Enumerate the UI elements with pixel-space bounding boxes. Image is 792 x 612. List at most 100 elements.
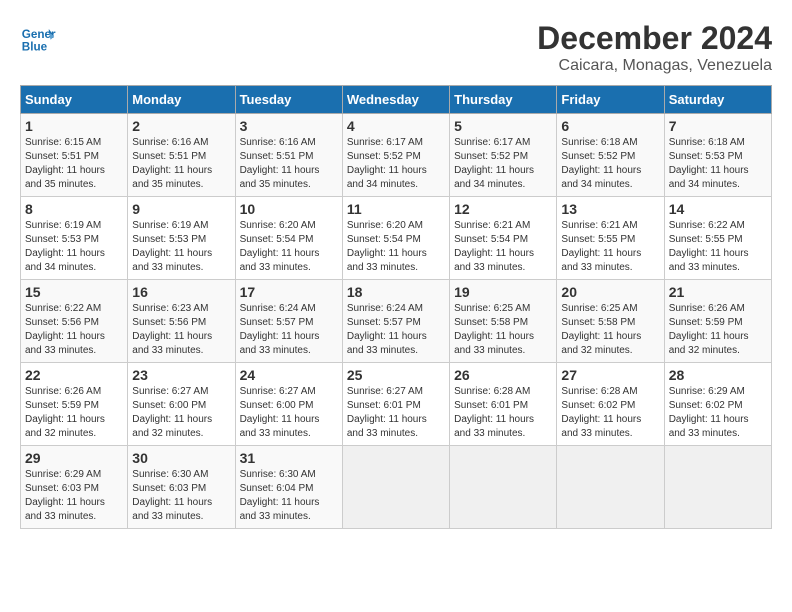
calendar-cell: 4 Sunrise: 6:17 AM Sunset: 5:52 PM Daylig… xyxy=(342,114,449,197)
calendar-cell: 23Sunrise: 6:27 AM Sunset: 6:00 PM Dayli… xyxy=(128,363,235,446)
day-info: Sunrise: 6:17 AM Sunset: 5:52 PM Dayligh… xyxy=(454,136,552,192)
header: General Blue December 2024 Caicara, Mona… xyxy=(20,20,772,75)
day-number: 3 xyxy=(240,118,338,134)
day-number: 12 xyxy=(454,201,552,217)
day-number: 15 xyxy=(25,284,123,300)
day-info: Sunrise: 6:27 AM Sunset: 6:00 PM Dayligh… xyxy=(240,385,338,441)
day-number: 4 xyxy=(347,118,445,134)
calendar-cell: 2Sunrise: 6:16 AM Sunset: 5:51 PM Daylig… xyxy=(128,114,235,197)
calendar-cell xyxy=(342,446,449,529)
calendar-cell: 12 Sunrise: 6:21 AM Sunset: 5:54 PM Dayli… xyxy=(450,197,557,280)
day-info: Sunrise: 6:29 AM Sunset: 6:03 PM Dayligh… xyxy=(25,468,123,524)
weekday-header-saturday: Saturday xyxy=(664,86,771,114)
weekday-header-wednesday: Wednesday xyxy=(342,86,449,114)
calendar-cell: 26 Sunrise: 6:28 AM Sunset: 6:01 PM Dayli… xyxy=(450,363,557,446)
calendar-cell xyxy=(664,446,771,529)
week-row-2: 8 Sunrise: 6:19 AM Sunset: 5:53 PM Daylig… xyxy=(21,197,772,280)
day-info: Sunrise: 6:16 AM Sunset: 5:51 PM Dayligh… xyxy=(240,136,338,192)
day-number: 7 xyxy=(669,118,767,134)
week-row-5: 29 Sunrise: 6:29 AM Sunset: 6:03 PM Dayli… xyxy=(21,446,772,529)
day-info: Sunrise: 6:19 AM Sunset: 5:53 PM Dayligh… xyxy=(132,219,230,275)
calendar-cell: 7 Sunrise: 6:18 AM Sunset: 5:53 PM Daylig… xyxy=(664,114,771,197)
day-number: 1 xyxy=(25,118,123,134)
week-row-1: 1 Sunrise: 6:15 AM Sunset: 5:51 PM Daylig… xyxy=(21,114,772,197)
day-info: Sunrise: 6:21 AM Sunset: 5:54 PM Dayligh… xyxy=(454,219,552,275)
calendar-cell: 25 Sunrise: 6:27 AM Sunset: 6:01 PM Dayli… xyxy=(342,363,449,446)
calendar-cell: 1 Sunrise: 6:15 AM Sunset: 5:51 PM Daylig… xyxy=(21,114,128,197)
weekday-header-friday: Friday xyxy=(557,86,664,114)
day-number: 26 xyxy=(454,367,552,383)
day-info: Sunrise: 6:22 AM Sunset: 5:55 PM Dayligh… xyxy=(669,219,767,275)
day-info: Sunrise: 6:26 AM Sunset: 5:59 PM Dayligh… xyxy=(25,385,123,441)
calendar-cell: 30 Sunrise: 6:30 AM Sunset: 6:03 PM Dayli… xyxy=(128,446,235,529)
logo-icon: General Blue xyxy=(20,20,56,56)
day-info: Sunrise: 6:18 AM Sunset: 5:53 PM Dayligh… xyxy=(669,136,767,192)
day-info: Sunrise: 6:15 AM Sunset: 5:51 PM Dayligh… xyxy=(25,136,123,192)
calendar-cell: 24Sunrise: 6:27 AM Sunset: 6:00 PM Dayli… xyxy=(235,363,342,446)
day-number: 14 xyxy=(669,201,767,217)
calendar-cell: 15 Sunrise: 6:22 AM Sunset: 5:56 PM Dayli… xyxy=(21,280,128,363)
weekday-header-row: SundayMondayTuesdayWednesdayThursdayFrid… xyxy=(21,86,772,114)
calendar-cell xyxy=(557,446,664,529)
month-title: December 2024 xyxy=(537,20,772,57)
weekday-header-thursday: Thursday xyxy=(450,86,557,114)
day-number: 22 xyxy=(25,367,123,383)
day-number: 8 xyxy=(25,201,123,217)
day-info: Sunrise: 6:19 AM Sunset: 5:53 PM Dayligh… xyxy=(25,219,123,275)
calendar: SundayMondayTuesdayWednesdayThursdayFrid… xyxy=(20,85,772,529)
day-info: Sunrise: 6:22 AM Sunset: 5:56 PM Dayligh… xyxy=(25,302,123,358)
calendar-cell: 9 Sunrise: 6:19 AM Sunset: 5:53 PM Daylig… xyxy=(128,197,235,280)
calendar-cell: 19Sunrise: 6:25 AM Sunset: 5:58 PM Dayli… xyxy=(450,280,557,363)
day-info: Sunrise: 6:17 AM Sunset: 5:52 PM Dayligh… xyxy=(347,136,445,192)
calendar-cell: 28 Sunrise: 6:29 AM Sunset: 6:02 PM Dayli… xyxy=(664,363,771,446)
day-number: 29 xyxy=(25,450,123,466)
calendar-cell: 20Sunrise: 6:25 AM Sunset: 5:58 PM Dayli… xyxy=(557,280,664,363)
calendar-cell: 14 Sunrise: 6:22 AM Sunset: 5:55 PM Dayli… xyxy=(664,197,771,280)
day-number: 9 xyxy=(132,201,230,217)
day-number: 13 xyxy=(561,201,659,217)
calendar-cell: 21Sunrise: 6:26 AM Sunset: 5:59 PM Dayli… xyxy=(664,280,771,363)
day-number: 17 xyxy=(240,284,338,300)
calendar-cell: 5 Sunrise: 6:17 AM Sunset: 5:52 PM Daylig… xyxy=(450,114,557,197)
calendar-cell: 3 Sunrise: 6:16 AM Sunset: 5:51 PM Daylig… xyxy=(235,114,342,197)
day-number: 25 xyxy=(347,367,445,383)
week-row-4: 22 Sunrise: 6:26 AM Sunset: 5:59 PM Dayli… xyxy=(21,363,772,446)
day-number: 18 xyxy=(347,284,445,300)
day-info: Sunrise: 6:18 AM Sunset: 5:52 PM Dayligh… xyxy=(561,136,659,192)
day-number: 10 xyxy=(240,201,338,217)
day-info: Sunrise: 6:21 AM Sunset: 5:55 PM Dayligh… xyxy=(561,219,659,275)
calendar-cell: 17 Sunrise: 6:24 AM Sunset: 5:57 PM Dayli… xyxy=(235,280,342,363)
calendar-cell: 29 Sunrise: 6:29 AM Sunset: 6:03 PM Dayli… xyxy=(21,446,128,529)
day-info: Sunrise: 6:24 AM Sunset: 5:57 PM Dayligh… xyxy=(240,302,338,358)
day-info: Sunrise: 6:20 AM Sunset: 5:54 PM Dayligh… xyxy=(240,219,338,275)
day-number: 19 xyxy=(454,284,552,300)
day-info: Sunrise: 6:16 AM Sunset: 5:51 PM Dayligh… xyxy=(132,136,230,192)
day-number: 23 xyxy=(132,367,230,383)
day-info: Sunrise: 6:20 AM Sunset: 5:54 PM Dayligh… xyxy=(347,219,445,275)
weekday-header-sunday: Sunday xyxy=(21,86,128,114)
day-number: 30 xyxy=(132,450,230,466)
week-row-3: 15 Sunrise: 6:22 AM Sunset: 5:56 PM Dayli… xyxy=(21,280,772,363)
calendar-cell: 6Sunrise: 6:18 AM Sunset: 5:52 PM Daylig… xyxy=(557,114,664,197)
day-number: 27 xyxy=(561,367,659,383)
weekday-header-tuesday: Tuesday xyxy=(235,86,342,114)
day-info: Sunrise: 6:30 AM Sunset: 6:03 PM Dayligh… xyxy=(132,468,230,524)
day-info: Sunrise: 6:27 AM Sunset: 6:01 PM Dayligh… xyxy=(347,385,445,441)
day-info: Sunrise: 6:26 AM Sunset: 5:59 PM Dayligh… xyxy=(669,302,767,358)
calendar-cell xyxy=(450,446,557,529)
day-info: Sunrise: 6:30 AM Sunset: 6:04 PM Dayligh… xyxy=(240,468,338,524)
day-number: 28 xyxy=(669,367,767,383)
weekday-header-monday: Monday xyxy=(128,86,235,114)
calendar-cell: 8 Sunrise: 6:19 AM Sunset: 5:53 PM Daylig… xyxy=(21,197,128,280)
day-info: Sunrise: 6:28 AM Sunset: 6:02 PM Dayligh… xyxy=(561,385,659,441)
day-info: Sunrise: 6:28 AM Sunset: 6:01 PM Dayligh… xyxy=(454,385,552,441)
svg-text:Blue: Blue xyxy=(22,41,48,54)
calendar-cell: 27 Sunrise: 6:28 AM Sunset: 6:02 PM Dayli… xyxy=(557,363,664,446)
day-info: Sunrise: 6:29 AM Sunset: 6:02 PM Dayligh… xyxy=(669,385,767,441)
day-number: 16 xyxy=(132,284,230,300)
day-number: 5 xyxy=(454,118,552,134)
calendar-cell: 10 Sunrise: 6:20 AM Sunset: 5:54 PM Dayli… xyxy=(235,197,342,280)
day-info: Sunrise: 6:23 AM Sunset: 5:56 PM Dayligh… xyxy=(132,302,230,358)
calendar-cell: 16 Sunrise: 6:23 AM Sunset: 5:56 PM Dayli… xyxy=(128,280,235,363)
calendar-cell: 31Sunrise: 6:30 AM Sunset: 6:04 PM Dayli… xyxy=(235,446,342,529)
